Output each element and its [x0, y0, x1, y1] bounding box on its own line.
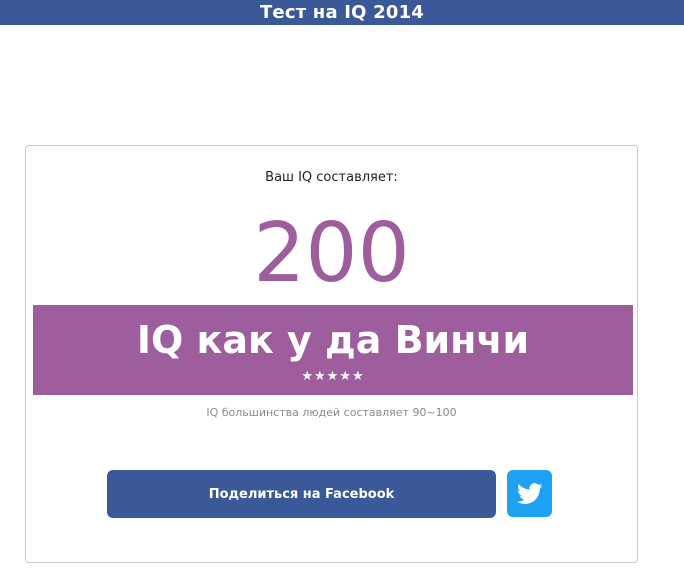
iq-score: 200: [253, 206, 410, 301]
result-label: Ваш IQ составляет:: [265, 170, 398, 185]
share-twitter-button[interactable]: [507, 470, 552, 517]
page-title: Тест на IQ 2014: [259, 2, 425, 23]
result-banner: IQ как у да Винчи ★★★★★: [33, 305, 633, 395]
header-bar: Тест на IQ 2014: [0, 0, 684, 25]
comparison-title: IQ как у да Винчи: [136, 318, 530, 362]
result-card: Ваш IQ составляет: 200 IQ как у да Винчи…: [25, 145, 638, 563]
share-facebook-label: Поделиться на Facebook: [208, 486, 395, 502]
twitter-bird-icon: [516, 482, 543, 505]
average-iq-note: IQ большинства людей составляет 90~100: [206, 406, 457, 419]
rating-stars: ★★★★★: [301, 369, 365, 384]
share-facebook-button[interactable]: Поделиться на Facebook: [107, 470, 496, 518]
